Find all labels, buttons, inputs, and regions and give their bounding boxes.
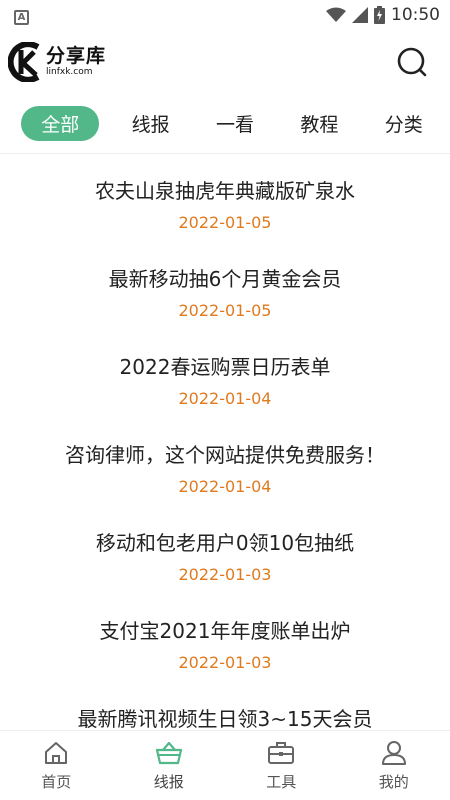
item-date: 2022-01-04 [178, 389, 272, 408]
list-item[interactable]: 咨询律师，这个网站提供免费服务！ 2022-01-04 [0, 419, 450, 507]
item-title: 农夫山泉抽虎年典藏版矿泉水 [95, 179, 355, 203]
signal-icon [352, 7, 368, 23]
status-right: 10:50 [326, 5, 440, 25]
logo-mark-icon [8, 42, 40, 82]
home-icon [45, 741, 68, 764]
notification-icon: A [14, 10, 29, 25]
clock: 10:50 [391, 5, 440, 25]
item-title: 支付宝2021年年度账单出炉 [99, 619, 351, 643]
item-date: 2022-01-05 [178, 301, 272, 320]
category-tabs: 全部 线报 一看 教程 分类 [0, 94, 450, 154]
nav-profile[interactable]: 我的 [338, 731, 450, 800]
list-item[interactable]: 移动和包老用户0领10包抽纸 2022-01-03 [0, 507, 450, 595]
logo-title: 分享库 [46, 45, 107, 67]
item-date: 2022-01-04 [178, 477, 272, 496]
item-date: 2022-01-03 [178, 565, 272, 584]
nav-deals[interactable]: 线报 [113, 731, 226, 800]
nav-home-label: 首页 [41, 772, 72, 791]
item-title: 咨询律师，这个网站提供免费服务！ [65, 443, 385, 467]
search-button[interactable] [392, 42, 432, 82]
item-title: 最新移动抽6个月黄金会员 [108, 267, 342, 291]
nav-tools-label: 工具 [266, 772, 297, 791]
toolbox-icon [268, 741, 295, 764]
search-icon [397, 47, 427, 77]
status-bar: A 10:50 [0, 0, 450, 30]
logo: 分享库 linfxk.com [8, 42, 106, 82]
battery-icon [374, 6, 385, 24]
list-item[interactable]: 支付宝2021年年度账单出炉 2022-01-03 [0, 595, 450, 683]
bottom-nav: 首页 线报 工具 我的 [0, 730, 450, 800]
logo-domain: linfxk.com [46, 67, 93, 77]
article-list: 农夫山泉抽虎年典藏版矿泉水 2022-01-05 最新移动抽6个月黄金会员 20… [0, 155, 450, 729]
app-header: 分享库 linfxk.com [0, 30, 450, 94]
wifi-icon [326, 7, 346, 22]
status-left: A [14, 5, 29, 25]
item-title: 2022春运购票日历表单 [119, 355, 331, 379]
user-icon [381, 740, 406, 765]
nav-tools[interactable]: 工具 [225, 731, 338, 800]
list-item[interactable]: 农夫山泉抽虎年典藏版矿泉水 2022-01-05 [0, 155, 450, 243]
tab-deals[interactable]: 线报 [118, 106, 184, 141]
item-date: 2022-01-03 [178, 653, 272, 672]
logo-text: 分享库 linfxk.com [46, 47, 106, 77]
nav-home[interactable]: 首页 [0, 731, 113, 800]
list-item[interactable]: 最新移动抽6个月黄金会员 2022-01-05 [0, 243, 450, 331]
list-item[interactable]: 最新腾讯视频生日领3~15天会员 [0, 683, 450, 729]
tab-browse[interactable]: 一看 [202, 106, 268, 141]
tab-categories[interactable]: 分类 [371, 106, 437, 141]
basket-icon [155, 741, 182, 764]
list-item[interactable]: 2022春运购票日历表单 2022-01-04 [0, 331, 450, 419]
item-date: 2022-01-05 [178, 213, 272, 232]
item-title: 移动和包老用户0领10包抽纸 [95, 531, 355, 555]
nav-deals-label: 线报 [153, 772, 184, 791]
tab-all[interactable]: 全部 [21, 106, 100, 141]
nav-profile-label: 我的 [378, 772, 409, 791]
tab-tutorials[interactable]: 教程 [286, 106, 352, 141]
item-title: 最新腾讯视频生日领3~15天会员 [77, 707, 373, 729]
